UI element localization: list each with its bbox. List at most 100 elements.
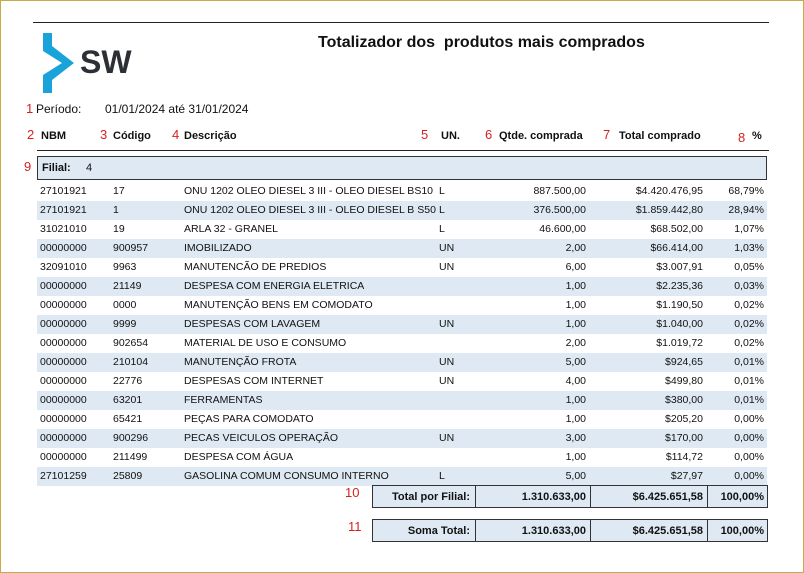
soma-total-pct: 100,00% <box>720 525 764 537</box>
cell-nbm: 00000000 <box>40 375 87 387</box>
cell-codigo: 63201 <box>113 394 143 406</box>
cell-un: UN <box>439 261 455 273</box>
cell-descricao: MANUTENÇÃO BENS EM COMODATO <box>184 299 373 311</box>
cell-descricao: GASOLINA COMUM CONSUMO INTERNO <box>184 470 389 482</box>
cell-total: $170,00 <box>665 432 703 444</box>
annotation-5: 5 <box>421 127 429 142</box>
cell-pct: 0,00% <box>734 432 764 444</box>
table-row: 00000000 210104 MANUTENÇÃO FROTA UN 5,00 $924… <box>37 353 767 372</box>
cell-nbm: 00000000 <box>40 242 87 254</box>
cell-total: $499,80 <box>665 375 703 387</box>
cell-descricao: FERRAMENTAS <box>184 394 263 406</box>
period-label: Período: <box>36 102 82 116</box>
cell-descricao: ARLA 32 - GRANEL <box>184 223 278 235</box>
cell-descricao: IMOBILIZADO <box>184 242 252 254</box>
total-filial-qtde: 1.310.633,00 <box>521 491 586 503</box>
cell-pct: 1,03% <box>734 242 764 254</box>
annotation-11: 11 <box>348 519 362 534</box>
cell-total: $1.019,72 <box>656 337 703 349</box>
annotation-9: 9 <box>24 159 32 174</box>
cell-nbm: 00000000 <box>40 280 87 292</box>
report-title: Totalizador dos produtos mais comprados <box>318 34 645 51</box>
cell-nbm: 00000000 <box>40 318 87 330</box>
cell-pct: 0,02% <box>734 299 764 311</box>
cell-qtde: 4,00 <box>565 375 586 387</box>
col-header-total: Total comprado <box>619 130 701 142</box>
total-filial-label: Total por Filial: <box>391 491 470 503</box>
cell-un: UN <box>439 242 455 254</box>
cell-pct: 0,01% <box>734 375 764 387</box>
top-rule <box>33 22 769 23</box>
sw-logo: SW <box>43 33 132 93</box>
cell-total: $1.040,00 <box>656 318 703 330</box>
cell-total: $27,97 <box>670 470 703 482</box>
cell-descricao: ONU 1202 OLEO DIESEL 3 III - OLEO DIESEL… <box>184 185 433 197</box>
col-header-qtde: Qtde. comprada <box>499 130 583 142</box>
cell-un: UN <box>439 318 455 330</box>
cell-codigo: 210104 <box>113 356 149 368</box>
product-table: 27101921 17 ONU 1202 OLEO DIESEL 3 III - O… <box>37 182 767 486</box>
cell-un: L <box>439 470 445 482</box>
cell-total: $924,65 <box>665 356 703 368</box>
cell-codigo: 211499 <box>113 451 148 463</box>
table-row: 00000000 21149 DESPESA COM ENERGIA ELETRIC… <box>37 277 767 296</box>
annotation-6: 6 <box>485 127 493 142</box>
soma-total-total: $6.425.651,58 <box>632 525 703 537</box>
cell-qtde: 46.600,00 <box>539 223 586 235</box>
cell-un: L <box>439 223 445 235</box>
cell-nbm: 00000000 <box>40 451 87 463</box>
cell-qtde: 3,00 <box>565 432 586 444</box>
cell-nbm: 00000000 <box>40 337 87 349</box>
table-row: 00000000 900957 IMOBILIZADO UN 2,00 $66.414,0… <box>37 239 767 258</box>
table-row: 31021010 19 ARLA 32 - GRANEL L 46.600,00 $68.… <box>37 220 767 239</box>
cell-total: $1.190,50 <box>656 299 703 311</box>
cell-pct: 0,02% <box>734 318 764 330</box>
header-rule <box>37 150 769 151</box>
logo-text: SW <box>80 44 132 80</box>
cell-codigo: 19 <box>113 223 125 235</box>
cell-qtde: 5,00 <box>565 356 586 368</box>
soma-total-box: Soma Total: 1.310.633,00 $6.425.651,58 1… <box>372 519 768 542</box>
annotation-4: 4 <box>172 127 180 142</box>
col-header-descricao: Descrição <box>184 130 237 142</box>
cell-descricao: DESPESA COM ÁGUA <box>184 451 294 463</box>
cell-qtde: 1,00 <box>565 413 586 425</box>
cell-codigo: 900296 <box>113 432 149 444</box>
cell-codigo: 1 <box>113 204 119 216</box>
cell-total: $2.235,36 <box>656 280 703 292</box>
cell-descricao: ONU 1202 OLEO DIESEL 3 III - OLEO DIESEL… <box>184 204 436 216</box>
annotation-3: 3 <box>100 127 108 142</box>
cell-total: $66.414,00 <box>650 242 703 254</box>
cell-codigo: 9963 <box>113 261 137 273</box>
table-row: 27101921 1 ONU 1202 OLEO DIESEL 3 III - OL… <box>37 201 767 220</box>
cell-qtde: 2,00 <box>565 337 586 349</box>
cell-qtde: 1,00 <box>565 451 586 463</box>
filial-label: Filial: <box>42 162 71 174</box>
cell-codigo: 900957 <box>113 242 149 254</box>
cell-pct: 68,79% <box>728 185 764 197</box>
cell-un: UN <box>439 356 455 368</box>
cell-codigo: 902654 <box>113 337 149 349</box>
col-header-pct: % <box>752 130 762 142</box>
cell-nbm: 00000000 <box>40 299 87 311</box>
cell-pct: 0,01% <box>734 356 764 368</box>
filial-group-header: Filial: 4 <box>37 156 767 180</box>
table-row: 00000000 211499 DESPESA COM ÁGUA 1,00 $114,7… <box>37 448 767 467</box>
cell-nbm: 00000000 <box>40 432 87 444</box>
soma-total-qtde: 1.310.633,00 <box>521 525 586 537</box>
cell-qtde: 2,00 <box>565 242 586 254</box>
cell-codigo: 17 <box>113 185 125 197</box>
cell-total: $3.007,91 <box>656 261 703 273</box>
cell-total: $380,00 <box>665 394 703 406</box>
annotation-10: 10 <box>345 485 360 500</box>
table-row: 00000000 22776 DESPESAS COM INTERNET UN 4,00… <box>37 372 767 391</box>
cell-pct: 0,00% <box>734 413 764 425</box>
cell-pct: 0,02% <box>734 337 764 349</box>
table-row: 00000000 0000 MANUTENÇÃO BENS EM COMODATO 1… <box>37 296 767 315</box>
cell-codigo: 9999 <box>113 318 137 330</box>
cell-descricao: PECAS VEICULOS OPERAÇÃO <box>184 432 339 444</box>
cell-codigo: 25809 <box>113 470 143 482</box>
cell-descricao: DESPESAS COM INTERNET <box>184 375 324 387</box>
cell-descricao: MANUTENÇÃO FROTA <box>184 356 297 368</box>
cell-nbm: 27101921 <box>40 204 87 216</box>
